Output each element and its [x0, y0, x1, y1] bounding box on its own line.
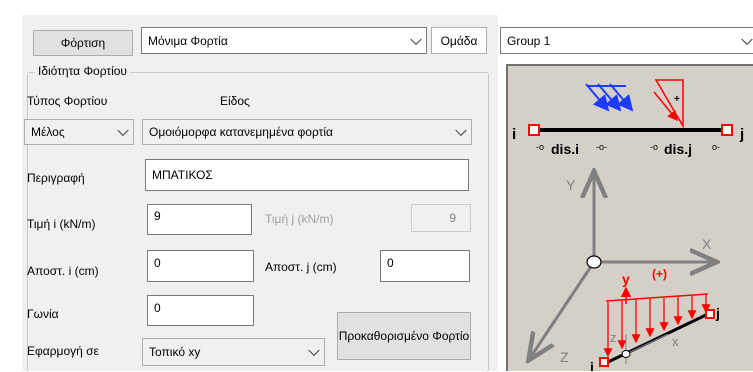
local-y-label: y: [622, 271, 630, 287]
dim-arrow-right: -o: [650, 142, 658, 152]
dist-j-input[interactable]: 0: [380, 250, 470, 282]
value-i-input[interactable]: 9: [147, 204, 252, 235]
value-j-label: Τιμή j (kN/m): [265, 212, 334, 226]
dist-j-label: Αποστ. j (cm): [265, 260, 337, 274]
load-case-value: Μόνιμα Φορτία: [148, 33, 228, 48]
value-j-input: 9: [411, 204, 471, 232]
angle-input[interactable]: 0: [147, 295, 254, 326]
dis-j-label: dis.j: [664, 141, 692, 157]
small-j-label: j: [715, 305, 720, 321]
group-select[interactable]: Group 1: [500, 27, 753, 54]
node-j-label: j: [739, 126, 744, 143]
apply-label: Εφαρμογή σε: [27, 344, 99, 358]
small-i-label: i: [590, 359, 594, 371]
dim-arrow-left: -o-: [596, 142, 607, 152]
apply-select[interactable]: Τοπικό xy: [142, 338, 325, 366]
group-title: Ιδιότητα Φορτίου: [35, 64, 130, 78]
axis-z-label: Z: [560, 349, 569, 365]
description-value: ΜΠΑΤΙΚΟΣ: [152, 168, 213, 182]
dis-i-label: dis.i: [551, 141, 579, 157]
kind-select[interactable]: Ομοιόμορφα κατανεμημένα φορτία: [142, 119, 472, 145]
origin-circle: [586, 255, 602, 269]
chevron-down-icon: [410, 33, 422, 45]
load-button-label: Φόρτιση: [60, 36, 106, 50]
description-label: Περιγραφή: [27, 171, 85, 185]
angle-label: Γωνία: [27, 307, 59, 321]
blue-load-arrows: [585, 83, 634, 112]
load-button[interactable]: Φόρτιση: [33, 30, 133, 56]
dist-j: 0: [387, 256, 394, 270]
kind-value: Ομοιόμορφα κατανεμημένα φορτία: [149, 125, 333, 139]
node-i-label: i: [512, 126, 516, 143]
value-i: 9: [154, 209, 161, 223]
dim-arrow-left: -o: [536, 142, 544, 152]
local-z-label: z: [610, 330, 617, 345]
local-x-label: x: [672, 334, 679, 349]
preset-load-button[interactable]: Προκαθορισμένο Φορτίο: [337, 312, 471, 360]
group-label-box: Ομάδα: [431, 27, 487, 54]
load-type-label: Τύπος Φορτίου: [27, 94, 108, 108]
node-j-square: [721, 124, 733, 136]
load-diagram: + i j -o dis.i -o- -o dis.j o- Y X Z y (…: [506, 64, 753, 371]
apply-value: Τοπικό xy: [149, 345, 201, 359]
axis-y-label: Y: [566, 177, 576, 193]
node-i-square: [528, 124, 540, 136]
load-type-value: Μέλος: [31, 125, 65, 139]
group-value: Group 1: [507, 33, 551, 48]
group-label: Ομάδα: [440, 33, 478, 48]
dist-i-input[interactable]: 0: [147, 250, 254, 282]
chevron-down-icon: [117, 124, 129, 137]
chevron-down-icon: [741, 33, 753, 45]
plus-label: (+): [652, 267, 667, 281]
plus-sign: +: [674, 94, 680, 105]
kind-label: Είδος: [220, 94, 250, 108]
dim-arrow-right: o-: [712, 142, 720, 152]
load-type-select[interactable]: Μέλος: [24, 119, 134, 145]
chevron-down-icon: [308, 344, 320, 357]
chevron-down-icon: [455, 124, 467, 137]
axis-x-label: X: [702, 236, 712, 252]
dist-i: 0: [154, 256, 161, 270]
local-load-drawing: [599, 286, 715, 367]
preset-button-label: Προκαθορισμένο Φορτίο: [338, 329, 470, 343]
description-input[interactable]: ΜΠΑΤΙΚΟΣ: [145, 159, 469, 191]
dist-i-label: Αποστ. i (cm): [27, 264, 99, 278]
value-i-label: Τιμή i (kN/m): [27, 217, 96, 231]
load-case-select[interactable]: Μόνιμα Φορτία: [141, 27, 427, 54]
angle-value: 0: [154, 301, 161, 315]
diagram-svg: + i j -o dis.i -o- -o dis.j o- Y X Z y (…: [512, 79, 744, 371]
value-j: 9: [449, 211, 456, 225]
